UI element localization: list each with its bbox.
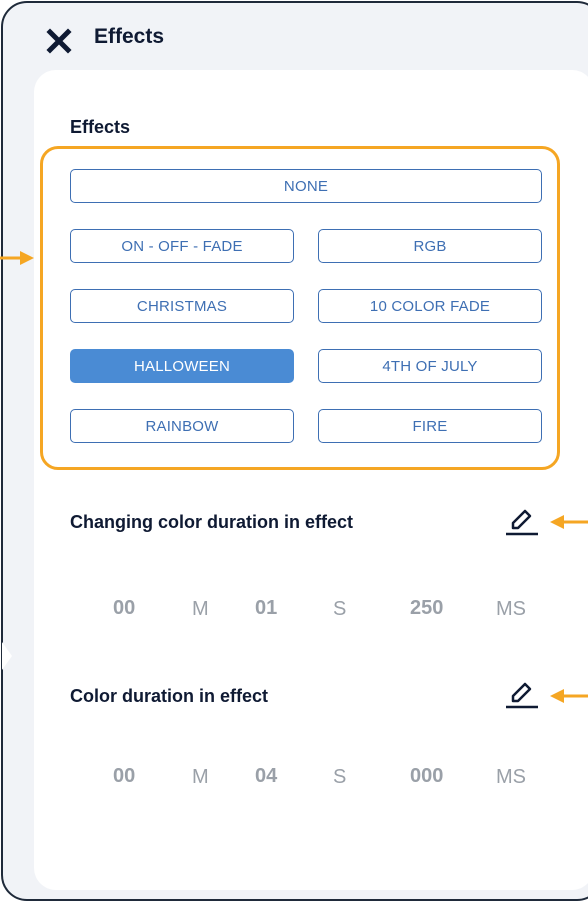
page-title: Effects bbox=[94, 25, 165, 48]
effect-button-rainbow[interactable]: RAINBOW bbox=[70, 409, 294, 443]
changing-minutes-unit: M bbox=[192, 598, 209, 620]
effects-section-label: Effects bbox=[70, 117, 131, 137]
changing-ms-value[interactable]: 250 bbox=[410, 597, 443, 620]
changing-ms-unit: MS bbox=[496, 598, 526, 620]
color-seconds-value[interactable]: 04 bbox=[255, 765, 277, 788]
effect-button-halloween[interactable]: HALLOWEEN bbox=[70, 349, 294, 383]
effect-button-christmas[interactable]: CHRISTMAS bbox=[70, 289, 294, 323]
top-bar: Effects bbox=[0, 0, 588, 70]
color-ms-value[interactable]: 000 bbox=[410, 765, 443, 788]
color-duration-label: Color duration in effect bbox=[70, 686, 268, 706]
color-seconds-unit: S bbox=[333, 766, 347, 788]
effect-button-none[interactable]: NONE bbox=[70, 169, 542, 203]
color-minutes-unit: M bbox=[192, 766, 209, 788]
close-icon[interactable] bbox=[46, 28, 72, 54]
annotation-arrow-color-duration bbox=[550, 689, 588, 703]
changing-seconds-value[interactable]: 01 bbox=[255, 597, 277, 620]
changing-minutes-value[interactable]: 00 bbox=[113, 597, 135, 620]
effect-button-rgb[interactable]: RGB bbox=[318, 229, 542, 263]
color-minutes-value[interactable]: 00 bbox=[113, 765, 135, 788]
changing-duration-label: Changing color duration in effect bbox=[70, 512, 353, 532]
annotation-arrow-effects bbox=[0, 251, 34, 265]
changing-seconds-unit: S bbox=[333, 598, 347, 620]
annotation-arrow-changing-duration bbox=[550, 515, 588, 529]
side-notch bbox=[2, 642, 12, 670]
effect-button-10-color-fade[interactable]: 10 COLOR FADE bbox=[318, 289, 542, 323]
effect-button-on-off-fade[interactable]: ON - OFF - FADE bbox=[70, 229, 294, 263]
effect-button-fire[interactable]: FIRE bbox=[318, 409, 542, 443]
color-ms-unit: MS bbox=[496, 766, 526, 788]
effect-button-4th-of-july[interactable]: 4TH OF JULY bbox=[318, 349, 542, 383]
edit-icon[interactable] bbox=[504, 678, 538, 712]
edit-icon[interactable] bbox=[504, 505, 538, 539]
